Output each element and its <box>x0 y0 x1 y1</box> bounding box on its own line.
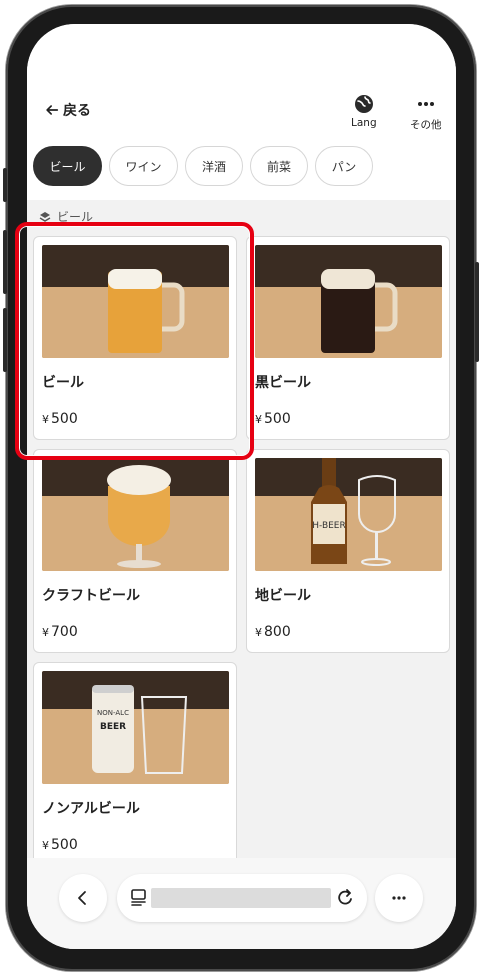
url-text <box>151 888 331 908</box>
reload-icon[interactable] <box>337 888 355 908</box>
non-alcohol-beer-can-image: NON-ALC BEER <box>42 671 229 784</box>
volume-up-button <box>3 230 7 294</box>
globe-icon <box>354 95 373 113</box>
language-button[interactable]: Lang <box>351 94 377 129</box>
product-name: ビール <box>42 375 84 391</box>
language-label: Lang <box>351 117 377 129</box>
currency-symbol: ¥ <box>255 413 262 426</box>
category-tabs: ビール ワイン 洋酒 前菜 パン <box>33 146 373 186</box>
tab-wine[interactable]: ワイン <box>109 146 178 186</box>
product-name: クラフトビール <box>42 588 140 604</box>
chevron-left-icon <box>78 891 86 905</box>
browser-back-button[interactable] <box>59 874 107 922</box>
back-label: 戻る <box>63 103 91 119</box>
price-value: 500 <box>264 411 291 427</box>
volume-down-button <box>3 308 7 372</box>
dark-beer-mug-image <box>255 245 442 358</box>
beer-mug-image <box>42 245 229 358</box>
product-price: ¥500 <box>42 837 78 853</box>
svg-text:BEER: BEER <box>100 722 126 732</box>
tab-appetizers[interactable]: 前菜 <box>250 146 308 186</box>
power-button <box>475 262 479 362</box>
craft-beer-glass-image <box>42 458 229 571</box>
product-price: ¥500 <box>255 411 291 427</box>
price-value: 700 <box>51 624 78 640</box>
tab-spirits[interactable]: 洋酒 <box>185 146 243 186</box>
tab-beer[interactable]: ビール <box>33 146 102 186</box>
product-card[interactable]: ビール ¥500 <box>33 236 237 440</box>
local-beer-bottle-image: H-BEER <box>255 458 442 571</box>
currency-symbol: ¥ <box>42 413 49 426</box>
ellipsis-icon <box>392 896 406 900</box>
product-card[interactable]: H-BEER 地ビール ¥800 <box>246 449 450 653</box>
product-price: ¥500 <box>42 411 78 427</box>
tab-bread[interactable]: パン <box>315 146 373 186</box>
app-header: 戻る Lang その他 ビール ワイン 洋酒 前菜 パン <box>27 24 456 200</box>
more-menu-button[interactable]: その他 <box>410 94 442 132</box>
section-label: ビール <box>57 210 94 224</box>
product-card[interactable]: 黒ビール ¥500 <box>246 236 450 440</box>
more-label: その他 <box>410 119 442 131</box>
screen: 戻る Lang その他 ビール ワイン 洋酒 前菜 パン ビール ビール ¥ 5… <box>27 24 456 949</box>
svg-text:NON-ALC: NON-ALC <box>97 709 129 717</box>
currency-symbol: ¥ <box>42 626 49 639</box>
price-value: 800 <box>264 624 291 640</box>
price-value: 500 <box>51 837 78 853</box>
svg-text:H-BEER: H-BEER <box>312 521 346 531</box>
product-name: 黒ビール <box>255 375 311 391</box>
arrow-left-icon <box>46 105 59 115</box>
section-heading: ビール <box>39 208 93 225</box>
back-button[interactable]: 戻る <box>45 100 91 120</box>
layers-icon <box>39 211 51 222</box>
address-bar[interactable] <box>117 874 367 922</box>
action-button <box>3 168 7 202</box>
ellipsis-icon <box>417 102 434 106</box>
browser-toolbar <box>27 858 456 949</box>
product-price: ¥700 <box>42 624 78 640</box>
product-price: ¥800 <box>255 624 291 640</box>
currency-symbol: ¥ <box>255 626 262 639</box>
product-card[interactable]: クラフトビール ¥700 <box>33 449 237 653</box>
browser-more-button[interactable] <box>375 874 423 922</box>
product-name: 地ビール <box>255 588 311 604</box>
currency-symbol: ¥ <box>42 839 49 852</box>
product-card[interactable]: NON-ALC BEER ノンアルビール ¥500 <box>33 662 237 866</box>
tabs-icon <box>131 889 146 906</box>
product-name: ノンアルビール <box>42 801 140 817</box>
price-value: 500 <box>51 411 78 427</box>
